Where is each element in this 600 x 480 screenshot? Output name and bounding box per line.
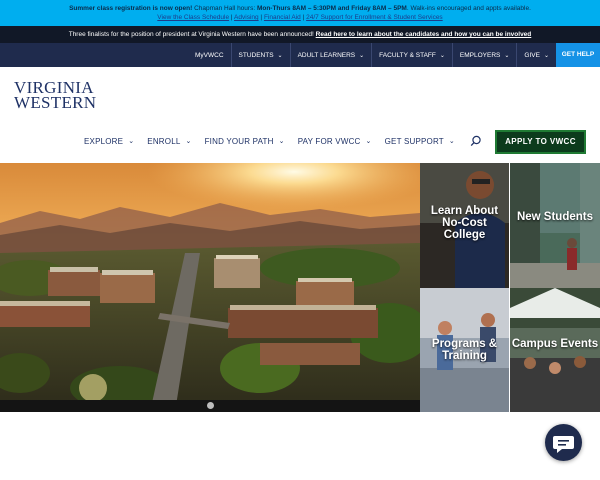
util-item-students[interactable]: STUDENTS ⌄ (230, 43, 290, 67)
tile-image (510, 163, 600, 288)
get-help-button[interactable]: GET HELP (556, 43, 600, 67)
financial-aid-link[interactable]: Financial Aid (264, 14, 301, 21)
util-label: ADULT LEARNERS (297, 51, 356, 59)
util-label: FACULTY & STAFF (379, 51, 436, 59)
announcement-bar: Three finalists for the position of pres… (0, 26, 600, 43)
main-nav: EXPLORE ⌄ ENROLL ⌄ FIND YOUR PATH ⌄ PAY FOR… (84, 130, 468, 152)
search-icon[interactable] (470, 135, 482, 147)
tile-programs-training[interactable]: Programs & Training (420, 288, 509, 412)
alert-bar: Summer class registration is now open! C… (0, 0, 600, 26)
chevron-down-icon: ⌄ (365, 138, 372, 145)
campus-aerial-image (0, 163, 420, 412)
chevron-down-icon: ⌄ (278, 138, 285, 145)
tile-campus-events[interactable]: Campus Events (510, 288, 600, 412)
chevron-down-icon: ⌄ (439, 52, 445, 59)
utility-nav: MyVWCC STUDENTS ⌄ ADULT LEARNERS ⌄ FACULTY… (0, 43, 600, 67)
util-label: STUDENTS (238, 51, 274, 59)
util-label: GIVE (524, 51, 540, 59)
util-label: EMPLOYERS (459, 51, 501, 59)
advising-link[interactable]: Advising (234, 14, 259, 21)
alert-registration-text: Summer class registration is now open! (69, 5, 193, 12)
nav-item-get-support[interactable]: GET SUPPORT ⌄ (385, 137, 455, 146)
logo-line-2: WESTERN (14, 93, 97, 112)
util-label: MyVWCC (194, 51, 224, 59)
nav-label: PAY FOR VWCC (297, 136, 361, 146)
chevron-down-icon: ⌄ (128, 138, 135, 145)
tile-label: Learn About No-Cost College (430, 205, 499, 241)
tile-label: Campus Events (511, 338, 599, 350)
tile-image (510, 288, 600, 412)
tile-new-students[interactable]: New Students (510, 163, 600, 288)
nav-item-pay[interactable]: PAY FOR VWCC ⌄ (298, 137, 372, 146)
announcement-text: Three finalists for the position of pres… (68, 31, 316, 38)
slider-dot[interactable] (207, 402, 214, 409)
alert-line-1: Summer class registration is now open! C… (0, 4, 600, 13)
alert-walkins: . Walk-ins encouraged and appts availabl… (406, 5, 531, 12)
chevron-down-icon: ⌄ (359, 52, 365, 59)
nav-item-explore[interactable]: EXPLORE ⌄ (84, 137, 134, 146)
nav-label: ENROLL (147, 136, 181, 146)
util-item-give[interactable]: GIVE ⌄ (516, 43, 556, 67)
alert-hours-prefix: Chapman Hall hours: (192, 5, 257, 12)
util-item-adult-learners[interactable]: ADULT LEARNERS ⌄ (289, 43, 372, 67)
util-item-faculty-staff[interactable]: FACULTY & STAFF ⌄ (371, 43, 452, 67)
util-item-myvwcc[interactable]: MyVWCC (188, 43, 231, 67)
tile-label: New Students (516, 211, 594, 223)
logo[interactable]: VIRGINIA WESTERN (14, 79, 124, 112)
chat-icon (553, 436, 574, 453)
support-link[interactable]: 24/7 Support for Enrollment & Student Se… (306, 14, 443, 21)
nav-label: GET SUPPORT (384, 136, 444, 146)
announcement-link[interactable]: Read here to learn about the candidates … (316, 31, 532, 38)
hero-image (0, 163, 420, 412)
chevron-down-icon: ⌄ (185, 138, 192, 145)
chat-button[interactable] (545, 424, 582, 461)
tile-no-cost-college[interactable]: Learn About No-Cost College (420, 163, 509, 288)
chevron-down-icon: ⌄ (277, 52, 283, 59)
chevron-down-icon: ⌄ (448, 138, 455, 145)
alert-hours: Mon-Thurs 8AM – 5:30PM and Friday 8AM – … (256, 5, 407, 12)
chevron-down-icon: ⌄ (543, 52, 549, 59)
apply-button[interactable]: APPLY TO VWCC (495, 130, 586, 154)
class-schedule-link[interactable]: View the Class Schedule (157, 14, 229, 21)
chevron-down-icon: ⌄ (504, 52, 510, 59)
tile-label: Programs & Training (431, 338, 498, 362)
nav-item-find-your-path[interactable]: FIND YOUR PATH ⌄ (205, 137, 285, 146)
nav-item-enroll[interactable]: ENROLL ⌄ (147, 137, 191, 146)
nav-label: FIND YOUR PATH (204, 136, 274, 146)
alert-line-2: View the Class Schedule | Advising | Fin… (157, 14, 443, 21)
util-item-employers[interactable]: EMPLOYERS ⌄ (451, 43, 517, 67)
nav-label: EXPLORE (84, 136, 124, 146)
